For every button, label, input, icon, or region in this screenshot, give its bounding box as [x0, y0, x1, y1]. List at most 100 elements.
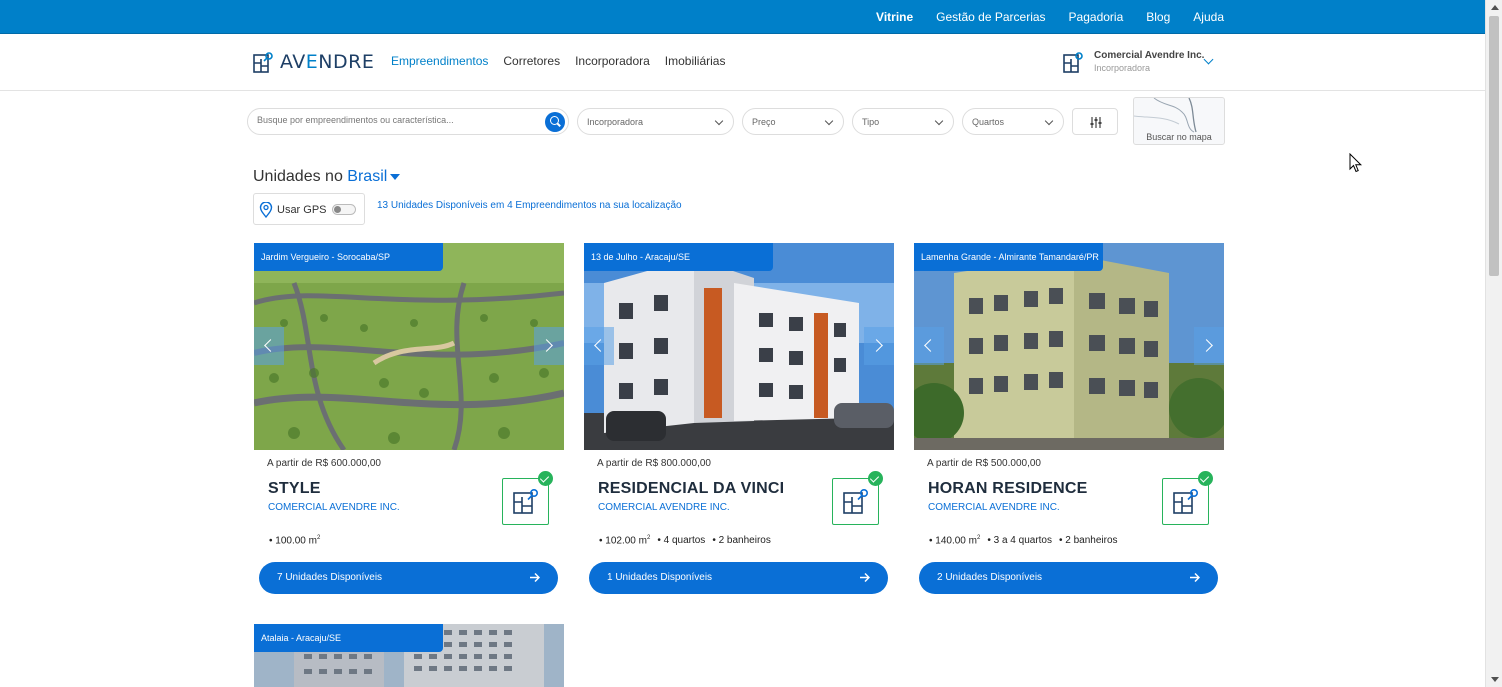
location-tag: Lamenha Grande - Almirante Tamandaré/PR [914, 243, 1103, 271]
units-available-label: 7 Unidades Disponíveis [277, 572, 383, 583]
feature-area: • 140.00 m2 [929, 535, 981, 547]
logo-wordmark: AVENDRE [280, 51, 374, 73]
nav-imobiliarias[interactable]: Imobiliárias [665, 54, 726, 68]
property-name[interactable]: RESIDENCIAL DA VINCI [598, 480, 784, 498]
property-image[interactable]: Lamenha Grande - Almirante Tamandaré/PR [914, 243, 1224, 450]
rooms-value: 4 quartos [663, 535, 706, 546]
results-summary[interactable]: 13 Unidades Disponíveis em 4 Empreendime… [377, 200, 682, 211]
units-available-button[interactable]: 2 Unidades Disponíveis [919, 562, 1218, 594]
carousel-next-icon[interactable] [534, 327, 564, 365]
toplink-gestao-parcerias[interactable]: Gestão de Parcerias [936, 10, 1045, 24]
scroll-up-icon[interactable] [1491, 5, 1499, 10]
filter-incorporadora[interactable]: Incorporadora [577, 108, 734, 135]
main-header: AVENDRE Empreendimentos Corretores Incor… [0, 35, 1485, 91]
location-tag: Jardim Vergueiro - Sorocaba/SP [254, 243, 443, 271]
search-icon[interactable] [545, 112, 565, 132]
location-label: Brasil [347, 168, 388, 185]
scrollbar-thumb[interactable] [1489, 16, 1499, 276]
mouse-cursor-icon [1349, 153, 1363, 173]
gps-control: Usar GPS [253, 193, 365, 225]
feature-rooms: • 4 quartos [657, 535, 706, 546]
building-image [584, 243, 894, 450]
account-name: Comercial Avendre Inc. [1094, 50, 1205, 61]
company-name[interactable]: COMERCIAL AVENDRE INC. [268, 502, 400, 513]
filter-label: Preço [752, 117, 776, 127]
chevron-down-icon [714, 116, 724, 126]
price-label: A partir de R$ 800.000,00 [597, 458, 711, 469]
baths-value: 2 banheiros [718, 535, 771, 546]
carousel-next-icon[interactable] [1194, 327, 1224, 365]
top-bar: Vitrine Gestão de Parcerias Pagadoria Bl… [0, 0, 1485, 34]
search-box [247, 108, 569, 135]
logo-part-3: NDRE [318, 51, 375, 73]
location-tag: Atalaia - Aracaju/SE [254, 624, 443, 652]
top-links: Vitrine Gestão de Parcerias Pagadoria Bl… [876, 0, 1224, 34]
nav-incorporadora[interactable]: Incorporadora [575, 54, 650, 68]
title-prefix: Unidades no [253, 168, 343, 185]
units-available-button[interactable]: 1 Unidades Disponíveis [589, 562, 888, 594]
chevron-down-icon [824, 116, 834, 126]
toplink-pagadoria[interactable]: Pagadoria [1069, 10, 1124, 24]
arrow-right-icon [1190, 572, 1200, 583]
account-role: Incorporadora [1094, 63, 1151, 73]
sliders-icon [1090, 117, 1102, 128]
property-image[interactable]: 13 de Julho - Aracaju/SE [584, 243, 894, 450]
rooms-value: 3 a 4 quartos [993, 535, 1052, 546]
property-image[interactable]: Atalaia - Aracaju/SE [254, 624, 564, 687]
chevron-down-icon[interactable] [1203, 54, 1214, 65]
filter-quartos[interactable]: Quartos [962, 108, 1064, 135]
units-available-label: 1 Unidades Disponíveis [607, 572, 713, 583]
advanced-filters-button[interactable] [1072, 108, 1118, 135]
baths-value: 2 banheiros [1065, 535, 1118, 546]
feature-baths: • 2 banheiros [712, 535, 771, 546]
floor-plan-icon [843, 488, 868, 514]
company-logo-icon [1063, 52, 1083, 73]
nav-corretores[interactable]: Corretores [503, 54, 560, 68]
verified-check-icon [1198, 471, 1213, 486]
property-name[interactable]: STYLE [268, 480, 321, 498]
carousel-prev-icon[interactable] [254, 327, 284, 365]
company-name[interactable]: COMERCIAL AVENDRE INC. [928, 502, 1060, 513]
carousel-next-icon[interactable] [864, 327, 894, 365]
search-map-button[interactable]: Buscar no mapa [1133, 97, 1225, 145]
feature-area: • 100.00 m2 [269, 535, 321, 547]
arrow-right-icon [860, 572, 870, 583]
toplink-vitrine[interactable]: Vitrine [876, 10, 913, 24]
toplink-ajuda[interactable]: Ajuda [1193, 10, 1224, 24]
chevron-down-icon [1044, 116, 1054, 126]
building-image [914, 243, 1224, 450]
gps-label: Usar GPS [277, 204, 327, 216]
filter-tipo[interactable]: Tipo [852, 108, 954, 135]
area-value: 102.00 m [605, 535, 647, 547]
gps-toggle[interactable] [332, 204, 356, 215]
account-text: Comercial Avendre Inc. Incorporadora [1094, 50, 1204, 73]
verified-check-icon [868, 471, 883, 486]
scroll-down-icon[interactable] [1491, 677, 1499, 682]
location-selector[interactable]: Brasil [347, 168, 401, 185]
feature-area: • 102.00 m2 [599, 535, 651, 547]
logo-part-2: E [305, 51, 319, 73]
nav-empreendimentos[interactable]: Empreendimentos [391, 54, 488, 68]
units-available-button[interactable]: 7 Unidades Disponíveis [259, 562, 558, 594]
carousel-prev-icon[interactable] [914, 327, 944, 365]
verified-check-icon [538, 471, 553, 486]
property-image[interactable]: Jardim Vergueiro - Sorocaba/SP [254, 243, 564, 450]
filter-label: Quartos [972, 117, 1005, 127]
toplink-blog[interactable]: Blog [1146, 10, 1170, 24]
logo-part-1: AV [280, 51, 306, 73]
avendre-logo[interactable]: AVENDRE [253, 51, 374, 73]
feature-baths: • 2 banheiros [1058, 535, 1118, 546]
floor-plan-icon [1173, 488, 1198, 514]
search-input[interactable] [257, 115, 537, 125]
account-menu[interactable]: Comercial Avendre Inc. Incorporadora [1063, 50, 1214, 73]
carousel-prev-icon[interactable] [584, 327, 614, 365]
caret-down-icon [390, 173, 401, 180]
property-name[interactable]: HORAN RESIDENCE [928, 480, 1087, 498]
filter-preco[interactable]: Preço [742, 108, 844, 135]
area-value: 100.00 m [275, 535, 317, 547]
filter-label: Incorporadora [587, 117, 644, 127]
floor-plan-icon [513, 488, 538, 514]
vertical-scrollbar[interactable] [1485, 0, 1502, 687]
aerial-lots-image [254, 243, 564, 450]
company-name[interactable]: COMERCIAL AVENDRE INC. [598, 502, 730, 513]
